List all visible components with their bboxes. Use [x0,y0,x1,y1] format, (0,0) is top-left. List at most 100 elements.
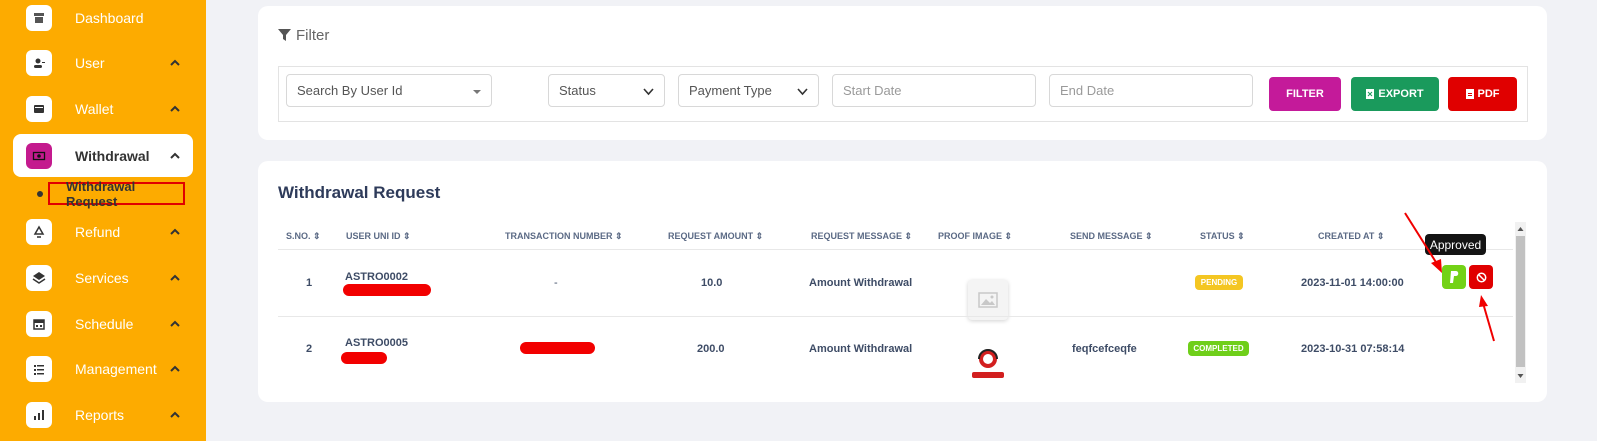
sidebar-item-label: Withdrawal [75,147,150,164]
sidebar-item-dashboard[interactable]: Dashboard [13,0,193,39]
cell-created-at: 2023-11-01 14:00:00 [1301,277,1404,289]
sidebar-item-label: User [75,55,105,71]
sidebar-item-label: Services [75,270,129,286]
filter-button[interactable]: FILTER [1269,77,1341,111]
layers-icon [26,265,52,291]
sidebar-item-reports[interactable]: Reports [13,394,193,436]
column-header-proof-image[interactable]: PROOF IMAGE ⇕ [938,231,1012,242]
chevron-up-icon [170,320,180,327]
row-divider [278,316,1513,317]
pdf-button[interactable]: PDF [1448,77,1517,111]
withdrawal-table-card: Withdrawal Request S.NO. ⇕ USER UNI ID ⇕… [258,161,1547,402]
column-header-request-amount[interactable]: REQUEST AMOUNT ⇕ [668,231,763,242]
scrollbar-thumb[interactable] [1516,236,1525,367]
scroll-down-arrow-icon [1517,374,1524,378]
export-button[interactable]: EXPORT [1351,77,1439,111]
cell-transaction-number: - [554,277,558,289]
cell-send-message: feqfcefceqfe [1072,343,1137,355]
chevron-up-icon [170,59,180,66]
chevron-down-icon [797,88,808,96]
sidebar-item-label: Management [75,361,157,377]
sidebar-item-refund[interactable]: Refund [13,211,193,253]
sidebar-item-withdrawal[interactable]: Withdrawal [13,134,193,177]
sidebar-item-label: Schedule [75,316,134,332]
sidebar-item-label: Dashboard [75,10,144,26]
column-header-transaction-number[interactable]: TRANSACTION NUMBER ⇕ [505,231,623,242]
payment-type-select[interactable]: Payment Type [678,74,819,107]
pdf-button-label: PDF [1477,88,1500,100]
start-date-input[interactable]: Start Date [832,74,1036,107]
sidebar-item-schedule[interactable]: Schedule [13,303,193,345]
column-header-created-at[interactable]: CREATED AT ⇕ [1318,231,1384,242]
sidebar-item-user[interactable]: User [13,42,193,84]
cell-sno: 2 [306,343,313,355]
table-scrollbar[interactable] [1515,222,1526,383]
start-date-placeholder: Start Date [843,83,902,98]
bar-chart-icon [26,402,52,428]
chevron-up-icon [170,274,180,281]
payment-type-select-value: Payment Type [689,83,772,98]
sidebar-item-wallet[interactable]: Wallet [13,88,193,130]
annotation-arrows [1404,212,1495,342]
status-select-value: Status [559,83,596,98]
chevron-up-icon [170,152,180,159]
recycle-icon [26,219,52,245]
cell-sno: 1 [306,277,313,289]
export-button-label: EXPORT [1378,88,1424,100]
cell-user-uni-id: ASTRO0005 [345,337,408,349]
proof-image-placeholder[interactable] [968,280,1008,320]
file-excel-icon [1366,89,1375,99]
chevron-up-icon [170,105,180,112]
sidebar-subitem-withdrawal-request[interactable]: Withdrawal Request [48,179,185,209]
header-divider [278,249,1513,250]
filter-form: Search By User Id Status Payment Type St… [278,66,1528,122]
bullet-icon [37,191,43,197]
cell-request-amount: 10.0 [701,277,723,289]
sidebar: Dashboard User Wallet Withdrawal Withdra… [0,0,206,441]
column-header-request-message[interactable]: REQUEST MESSAGE ⇕ [811,231,912,242]
column-header-user-uni-id[interactable]: USER UNI ID ⇕ [346,231,411,242]
cell-created-at: 2023-10-31 07:58:14 [1301,343,1405,355]
column-header-send-message[interactable]: SEND MESSAGE ⇕ [1070,231,1153,242]
redaction-mark [520,342,595,354]
cell-request-message: Amount Withdrawal [809,277,913,289]
calendar-icon [26,311,52,337]
sidebar-item-services[interactable]: Services [13,257,193,299]
column-header-status[interactable]: STATUS ⇕ [1200,231,1245,242]
user-id-select-placeholder: Search By User Id [297,83,403,98]
money-icon [26,142,52,169]
list-check-icon [26,356,52,382]
column-header-sno[interactable]: S.NO. ⇕ [286,231,321,242]
status-badge: PENDING [1195,275,1243,290]
wallet-icon [26,96,52,122]
sidebar-item-label: Reports [75,407,125,423]
end-date-placeholder: End Date [1060,83,1115,98]
filter-icon [278,29,291,41]
status-badge: COMPLETED [1188,341,1249,356]
sidebar-item-label: Refund [75,224,121,240]
table-title: Withdrawal Request [278,183,441,202]
status-select[interactable]: Status [548,74,665,107]
sidebar-item-management[interactable]: Management [13,348,193,390]
end-date-input[interactable]: End Date [1049,74,1253,107]
cell-request-amount: 200.0 [697,343,725,355]
redaction-mark [343,284,431,296]
filter-button-label: FILTER [1286,88,1324,100]
filter-title: Filter [296,27,330,44]
caret-down-icon [473,90,481,94]
file-pdf-icon [1465,89,1474,99]
chevron-up-icon [170,365,180,372]
user-icon [26,50,52,76]
filter-heading: Filter [278,27,329,44]
sidebar-item-label: Wallet [75,101,114,117]
chevron-up-icon [170,228,180,235]
astro-logo-icon [972,348,1004,378]
sidebar-subitem-label: Withdrawal Request [66,178,136,209]
chevron-down-icon [643,88,654,96]
store-icon [26,5,52,31]
chevron-up-icon [170,411,180,418]
proof-image-thumbnail[interactable] [966,346,1010,381]
user-id-select[interactable]: Search By User Id [286,74,492,107]
scroll-up-arrow-icon [1517,227,1524,231]
cell-user-uni-id: ASTRO0002 [345,271,408,283]
